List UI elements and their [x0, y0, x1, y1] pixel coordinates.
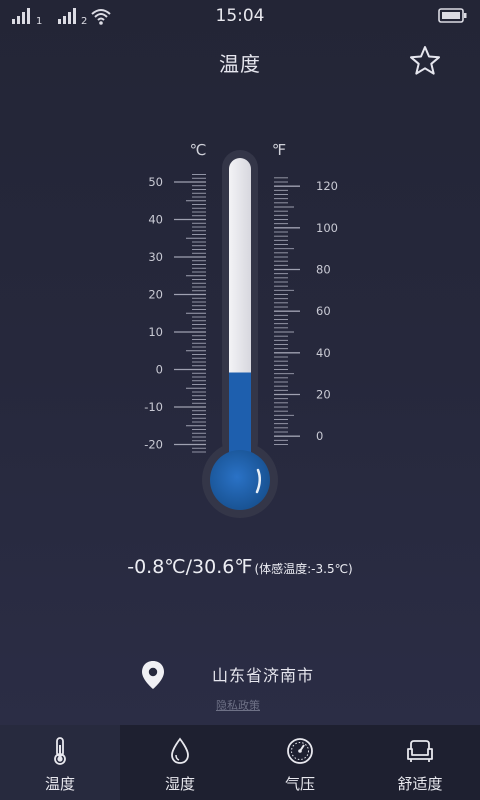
tab-pressure[interactable]: 气压 — [240, 725, 360, 800]
battery-icon — [438, 8, 467, 23]
celsius-tick-label: 30 — [148, 250, 163, 264]
droplet-icon — [171, 737, 189, 764]
fahrenheit-tick-label: 120 — [316, 179, 338, 193]
bottom-nav: 温度 湿度 气压 舒适度 — [0, 725, 480, 800]
tab-label: 温度 — [44, 775, 75, 793]
fahrenheit-tick-label: 80 — [316, 263, 331, 277]
star-outline-icon[interactable] — [408, 44, 442, 78]
temperature-value: -0.8℃/30.6℉ — [127, 556, 253, 578]
celsius-unit-label: ℃ — [190, 141, 207, 159]
celsius-tick-label: 50 — [148, 175, 163, 189]
celsius-tick-label: 10 — [148, 325, 163, 339]
fahrenheit-tick-label: 20 — [316, 388, 331, 402]
sofa-icon — [407, 740, 433, 762]
header: 温度 — [0, 40, 480, 84]
status-bar: 1 2 15:04 — [0, 0, 480, 32]
location-name: 山东省济南市 — [212, 666, 315, 685]
tab-comfort[interactable]: 舒适度 — [360, 725, 480, 800]
tab-label: 气压 — [284, 775, 315, 793]
fahrenheit-tick-label: 40 — [316, 346, 331, 360]
celsius-tick-label: 20 — [148, 288, 163, 302]
celsius-tick-label: -10 — [144, 400, 163, 414]
clock: 15:04 — [215, 6, 265, 26]
tab-label: 舒适度 — [397, 775, 443, 793]
celsius-tick-label: 0 — [156, 363, 163, 377]
fahrenheit-tick-label: 0 — [316, 429, 323, 443]
tab-humidity[interactable]: 湿度 — [120, 725, 240, 800]
thermometer-icon — [54, 737, 66, 765]
celsius-tick-label: -20 — [144, 438, 163, 452]
fahrenheit-tick-label: 100 — [316, 221, 338, 235]
fahrenheit-tick-label: 60 — [316, 304, 331, 318]
map-pin-icon — [142, 661, 164, 689]
thermometer: ℃ ℉ 50403020100-10-20 120100806040200 — [144, 141, 338, 518]
tab-label: 湿度 — [164, 775, 195, 793]
fahrenheit-scale: 120 100 80 60 40 20 0 — [274, 177, 338, 445]
fahrenheit-unit-label: ℉ — [272, 141, 286, 159]
celsius-scale: 50 40 30 20 10 0 -10 -20 — [144, 174, 206, 453]
gauge-icon — [287, 738, 313, 764]
privacy-policy-link[interactable]: 隐私政策 — [216, 697, 260, 713]
feels-like-value: (体感温度:-3.5℃) — [254, 562, 353, 576]
location-row[interactable]: 山东省济南市 — [0, 656, 480, 696]
temperature-readout: -0.8℃/30.6℉ (体感温度:-3.5℃) — [0, 556, 480, 578]
tab-temperature[interactable]: 温度 — [0, 725, 120, 800]
celsius-tick-label: 40 — [148, 213, 163, 227]
